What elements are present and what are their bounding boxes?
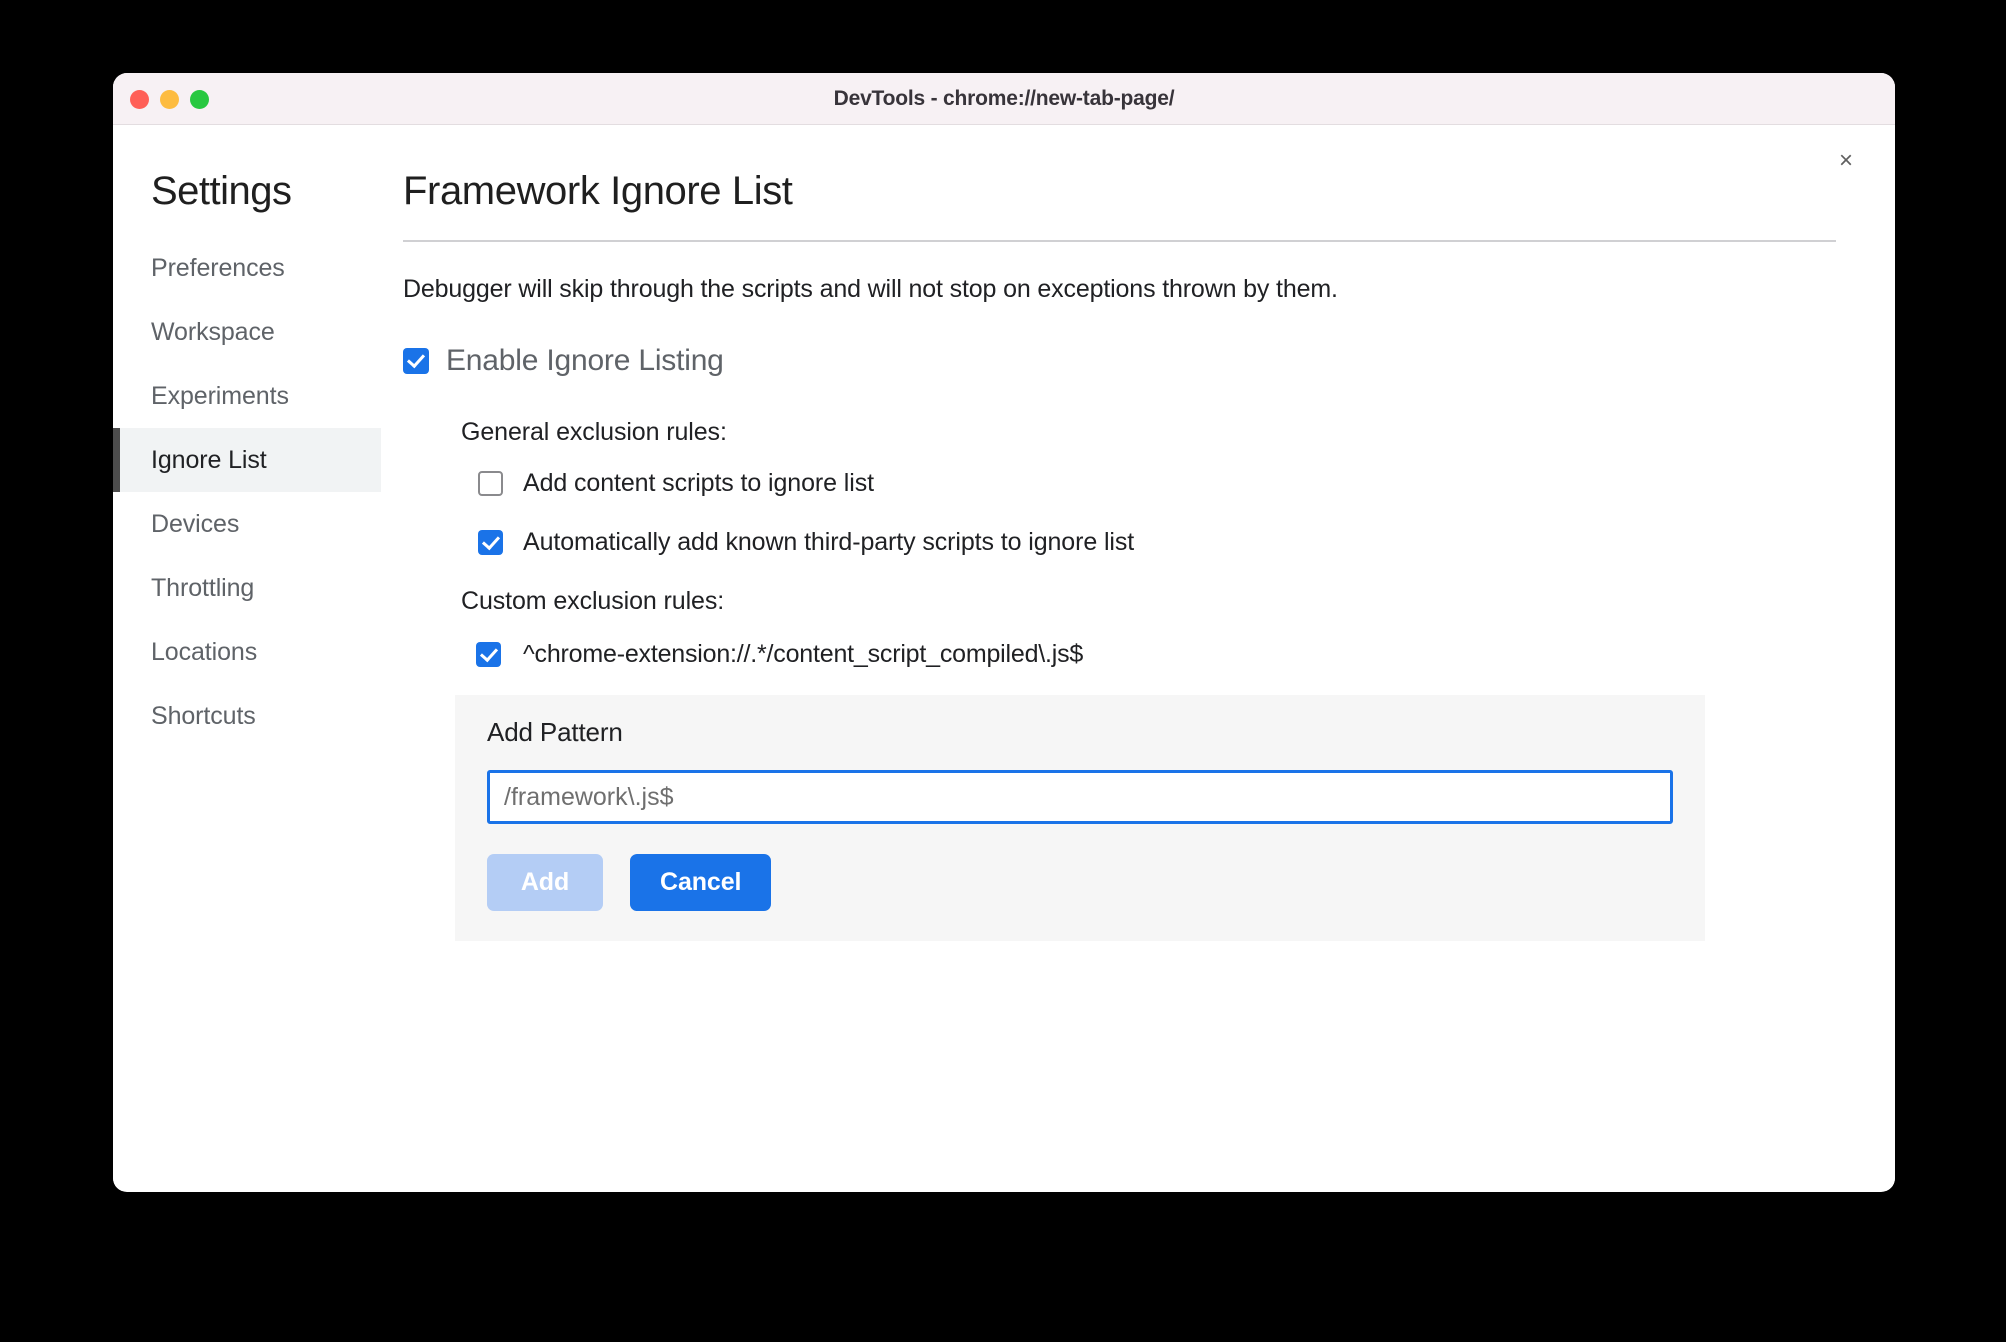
- sidebar-item-label: Preferences: [151, 253, 285, 282]
- sidebar-item-shortcuts[interactable]: Shortcuts: [113, 684, 381, 748]
- checkbox-checked-icon: [403, 348, 429, 374]
- sidebar-item-experiments[interactable]: Experiments: [113, 364, 381, 428]
- page-description: Debugger will skip through the scripts a…: [403, 275, 1338, 303]
- sidebar-item-workspace[interactable]: Workspace: [113, 300, 381, 364]
- settings-dialog: × Settings Preferences Workspace Experim…: [113, 125, 1895, 1191]
- sidebar-item-label: Workspace: [151, 317, 275, 346]
- sidebar-item-throttling[interactable]: Throttling: [113, 556, 381, 620]
- add-pattern-title: Add Pattern: [487, 717, 623, 747]
- settings-sidebar: Settings Preferences Workspace Experimen…: [113, 125, 381, 1191]
- maximize-window-button[interactable]: [190, 89, 209, 109]
- enable-ignore-listing-label: Enable Ignore Listing: [446, 344, 724, 377]
- add-content-scripts-label: Add content scripts to ignore list: [523, 469, 874, 497]
- sidebar-item-label: Ignore List: [151, 445, 267, 474]
- ignore-list-options: General exclusion rules: Add content scr…: [403, 418, 1865, 941]
- sidebar-item-label: Throttling: [151, 573, 255, 602]
- add-content-scripts-checkbox[interactable]: Add content scripts to ignore list: [478, 469, 1865, 498]
- close-icon[interactable]: ×: [1829, 144, 1863, 178]
- checkbox-unchecked-icon: [478, 471, 503, 496]
- settings-content-pane: Framework Ignore List Debugger will skip…: [381, 125, 1895, 1191]
- page-title: Framework Ignore List: [403, 169, 793, 213]
- minimize-window-button[interactable]: [160, 89, 179, 109]
- sidebar-item-ignore-list[interactable]: Ignore List: [113, 428, 381, 492]
- checkbox-checked-icon: [478, 530, 503, 555]
- close-window-button[interactable]: [130, 89, 149, 109]
- title-divider: [403, 240, 1836, 242]
- auto-add-third-party-checkbox[interactable]: Automatically add known third-party scri…: [478, 528, 1865, 557]
- add-button[interactable]: Add: [487, 854, 603, 911]
- sidebar-item-locations[interactable]: Locations: [113, 620, 381, 684]
- sidebar-item-label: Experiments: [151, 381, 289, 410]
- pattern-input[interactable]: [487, 770, 1673, 824]
- custom-rule-row[interactable]: ^chrome-extension://.*/content_script_co…: [476, 640, 1865, 669]
- devtools-window: DevTools - chrome://new-tab-page/ × Sett…: [113, 73, 1895, 1192]
- sidebar-item-label: Shortcuts: [151, 701, 256, 730]
- add-pattern-panel: Add Pattern Add Cancel: [455, 695, 1705, 941]
- checkbox-checked-icon: [476, 642, 501, 667]
- custom-rule-pattern: ^chrome-extension://.*/content_script_co…: [523, 640, 1084, 668]
- cancel-button[interactable]: Cancel: [630, 854, 772, 911]
- auto-add-third-party-label: Automatically add known third-party scri…: [523, 528, 1135, 556]
- sidebar-item-preferences[interactable]: Preferences: [113, 236, 381, 300]
- sidebar-item-label: Devices: [151, 509, 240, 538]
- general-rules-label: General exclusion rules:: [461, 418, 727, 446]
- enable-ignore-listing-checkbox[interactable]: Enable Ignore Listing: [403, 344, 1865, 378]
- traffic-light-controls: [130, 73, 209, 125]
- add-pattern-actions: Add Cancel: [487, 854, 1673, 911]
- sidebar-item-label: Locations: [151, 637, 258, 666]
- sidebar-item-devices[interactable]: Devices: [113, 492, 381, 556]
- window-title: DevTools - chrome://new-tab-page/: [833, 86, 1175, 110]
- settings-heading: Settings: [151, 169, 292, 213]
- custom-rules-label: Custom exclusion rules:: [461, 587, 725, 615]
- window-titlebar: DevTools - chrome://new-tab-page/: [113, 73, 1895, 125]
